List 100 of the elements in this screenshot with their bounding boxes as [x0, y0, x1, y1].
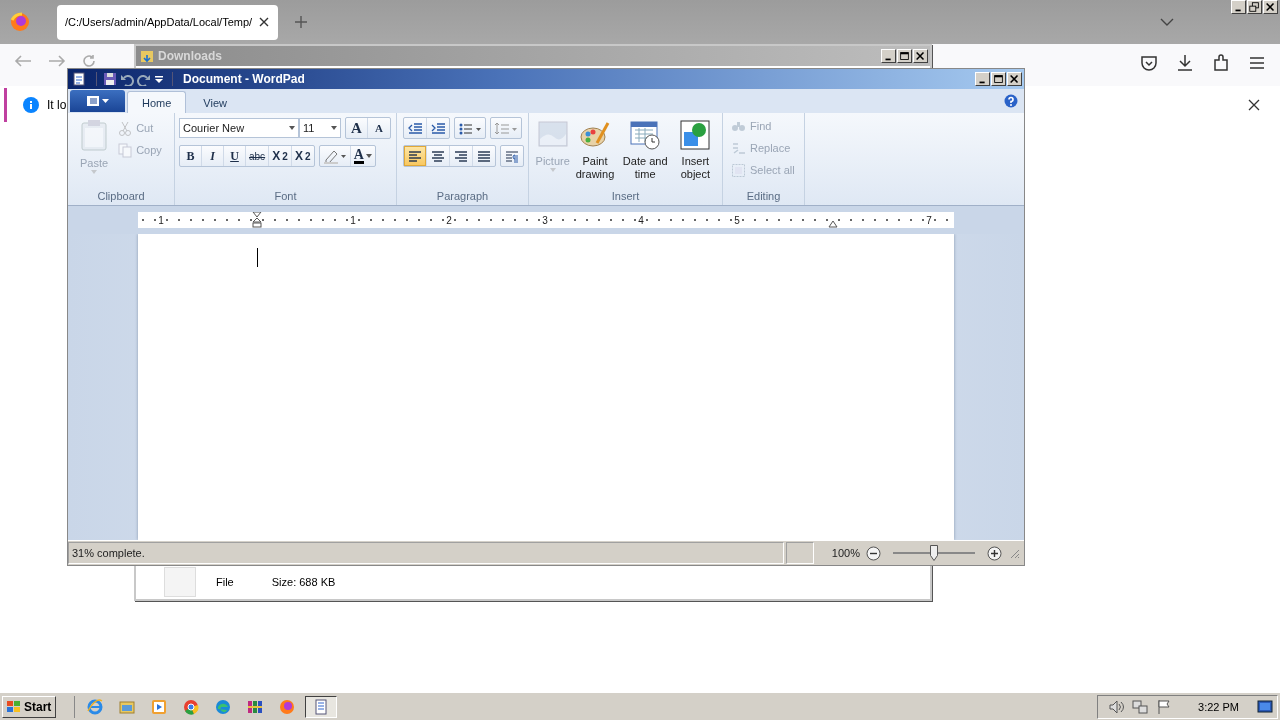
- tab-title: /C:/Users/admin/AppData/Local/Temp/: [65, 16, 253, 28]
- edge-icon: [215, 698, 232, 715]
- caret-icon: [289, 126, 295, 130]
- caret-icon: [365, 154, 372, 158]
- align-center-icon: [430, 148, 446, 164]
- chrome-icon: [183, 698, 200, 715]
- application-menu-button[interactable]: [70, 90, 125, 112]
- ribbon-tab[interactable]: View: [188, 91, 242, 113]
- paint-button[interactable]: Paint drawing: [572, 117, 618, 189]
- align-right-icon: [453, 148, 469, 164]
- wordpad-icon[interactable]: [72, 72, 86, 86]
- folder-icon: [140, 49, 154, 63]
- redo-icon[interactable]: [137, 72, 151, 86]
- help-icon[interactable]: [1004, 94, 1018, 108]
- file-type: File: [216, 576, 234, 588]
- caret-icon: [91, 170, 98, 174]
- puzzle-icon[interactable]: [1212, 54, 1230, 72]
- download-icon[interactable]: [1176, 54, 1194, 72]
- font-family-field[interactable]: Courier New: [179, 118, 299, 138]
- minimize-button[interactable]: [975, 72, 990, 86]
- folder-icon: [119, 698, 136, 715]
- status-text: 31% complete.: [68, 542, 784, 564]
- ruler-number: 1: [349, 214, 357, 226]
- group-label: Clipboard: [96, 189, 146, 204]
- shrink-font-button[interactable]: A: [368, 118, 390, 138]
- clipboard-icon: [80, 119, 109, 151]
- minimize-button[interactable]: [881, 49, 896, 63]
- menu-icon[interactable]: [1248, 54, 1266, 72]
- object-icon: [679, 119, 712, 151]
- close-icon[interactable]: [258, 16, 271, 28]
- zoom-out-icon[interactable]: [866, 545, 881, 561]
- window-title: Document - WordPad: [183, 72, 306, 86]
- paragraph-icon: [504, 148, 520, 164]
- caret-icon: [331, 126, 337, 130]
- strike-button[interactable]: abc: [246, 146, 270, 166]
- chevron-down-icon[interactable]: [1160, 17, 1174, 27]
- align-left-icon: [407, 148, 423, 164]
- maximize-button[interactable]: [897, 49, 912, 63]
- show-desktop-icon[interactable]: [1257, 699, 1273, 714]
- underline-button[interactable]: U: [224, 146, 246, 166]
- firefox-logo-icon[interactable]: [10, 12, 30, 32]
- notification-text: It lo: [47, 98, 67, 112]
- datetime-button[interactable]: Date and time: [617, 117, 673, 189]
- close-icon[interactable]: [1248, 99, 1260, 111]
- group-label: Insert: [610, 189, 641, 204]
- line-spacing-icon: [494, 120, 518, 136]
- close-button[interactable]: [1007, 72, 1022, 86]
- document-icon: [313, 698, 330, 715]
- bold-button[interactable]: B: [180, 146, 202, 166]
- cut-icon: [118, 120, 133, 136]
- font-size-field[interactable]: 11: [299, 118, 341, 138]
- selectall-icon: [731, 162, 746, 178]
- italic-button[interactable]: I: [202, 146, 224, 166]
- books-icon: [247, 698, 264, 715]
- align-left-button[interactable]: [404, 146, 427, 166]
- zoom-level: 100%: [831, 547, 860, 559]
- object-button[interactable]: Insert object: [672, 117, 718, 189]
- resize-grip-icon[interactable]: [1008, 547, 1020, 559]
- align-justify-icon: [476, 148, 492, 164]
- network-icon[interactable]: [1132, 698, 1149, 715]
- file-size: Size: 688 KB: [271, 576, 336, 588]
- grow-font-button[interactable]: A: [346, 118, 368, 138]
- indent-marker-icon[interactable]: [828, 220, 838, 228]
- group-label: Editing: [745, 189, 782, 204]
- ruler-number: 7: [925, 214, 933, 226]
- speaker-icon[interactable]: [1108, 698, 1125, 715]
- group-label: Font: [273, 189, 298, 204]
- windows-logo-icon: [6, 699, 22, 714]
- zoom-in-icon[interactable]: [987, 545, 1002, 561]
- close-button[interactable]: [913, 49, 928, 63]
- caret-icon: [549, 168, 556, 172]
- play-icon: [151, 698, 168, 715]
- save-icon[interactable]: [103, 72, 117, 86]
- minimize-button[interactable]: [1231, 0, 1246, 14]
- document-menu-icon: [84, 95, 111, 107]
- increase-indent-icon: [430, 120, 446, 136]
- browser-e-icon: [87, 698, 104, 715]
- pocket-icon[interactable]: [1140, 54, 1158, 72]
- ruler-number: 5: [733, 214, 741, 226]
- undo-icon[interactable]: [120, 72, 134, 86]
- restore-button[interactable]: [1247, 0, 1262, 14]
- info-icon: [23, 97, 39, 113]
- ruler-number: 1: [157, 214, 165, 226]
- window-title: Downloads: [158, 49, 223, 63]
- decrease-indent-icon: [407, 120, 423, 136]
- indent-marker-icon[interactable]: [252, 212, 262, 228]
- flag-icon[interactable]: [1156, 698, 1173, 715]
- ruler-number: 2: [445, 214, 453, 226]
- close-button[interactable]: [1263, 0, 1278, 14]
- start-button[interactable]: Start: [2, 695, 57, 718]
- clock: 3:22 PM: [1198, 700, 1239, 713]
- text-cursor: [257, 248, 258, 267]
- taskbar-app[interactable]: [305, 695, 338, 718]
- browser-tab[interactable]: /C:/Users/admin/AppData/Local/Temp/: [57, 4, 279, 40]
- maximize-button[interactable]: [991, 72, 1006, 86]
- ruler-number: 3: [541, 214, 549, 226]
- font-color-button[interactable]: A: [350, 146, 375, 166]
- zoom-slider-thumb[interactable]: [930, 545, 938, 561]
- file-icon: [164, 567, 196, 597]
- ribbon-tab[interactable]: Home: [127, 91, 187, 113]
